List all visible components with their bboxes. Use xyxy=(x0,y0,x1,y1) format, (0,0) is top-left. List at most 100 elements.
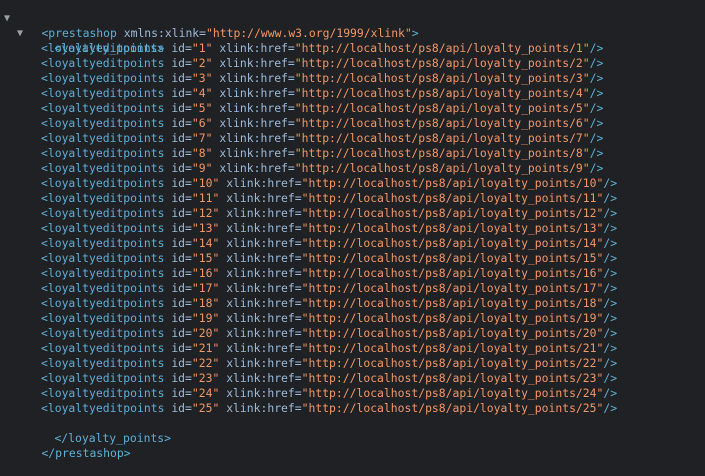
item-href-value[interactable]: http://localhost/ps8/api/loyalty_points/… xyxy=(302,56,583,70)
item-id-eq: = xyxy=(185,341,192,355)
item-self-close: /> xyxy=(603,356,618,370)
item-href-value[interactable]: http://localhost/ps8/api/loyalty_points/… xyxy=(302,116,583,130)
item-href-attr-name: xlink:href xyxy=(226,191,295,205)
item-id-value: 2 xyxy=(198,56,206,70)
item-href-value[interactable]: http://localhost/ps8/api/loyalty_points/… xyxy=(308,236,596,250)
item-href-value[interactable]: http://localhost/ps8/api/loyalty_points/… xyxy=(308,371,596,385)
item-href-value[interactable]: http://localhost/ps8/api/loyalty_points/… xyxy=(308,281,596,295)
item-open-bracket: < xyxy=(41,386,48,400)
item-tag-name: loyaltyeditpoints xyxy=(47,161,165,175)
item-self-close: /> xyxy=(589,161,604,175)
item-tag-name: loyaltyeditpoints xyxy=(47,116,165,130)
item-id-close-quote: " xyxy=(205,41,213,55)
list-item: <loyaltyeditpoints id="23" xlink:href="h… xyxy=(0,371,705,386)
item-href-value[interactable]: http://localhost/ps8/api/loyalty_points/… xyxy=(302,131,583,145)
collapse-container-toggle-icon[interactable]: ▼ xyxy=(17,26,23,41)
item-self-close: /> xyxy=(603,236,618,250)
item-tag-name: loyaltyeditpoints xyxy=(47,176,165,190)
item-href-eq: = xyxy=(294,206,302,220)
item-self-close: /> xyxy=(589,116,604,130)
item-id-value: 15 xyxy=(198,251,213,265)
item-href-value[interactable]: http://localhost/ps8/api/loyalty_points/… xyxy=(308,326,596,340)
item-href-attr-name: xlink:href xyxy=(219,41,288,55)
item-id-close-quote: " xyxy=(205,116,213,130)
item-href-attr-name: xlink:href xyxy=(226,356,295,370)
item-href-close-quote: " xyxy=(582,101,590,115)
item-href-open-quote: " xyxy=(294,71,302,85)
item-href-eq: = xyxy=(294,311,302,325)
item-href-open-quote: " xyxy=(294,101,302,115)
item-id-close-quote: " xyxy=(212,356,220,370)
item-open-bracket: < xyxy=(41,296,48,310)
item-id-close-quote: " xyxy=(212,251,220,265)
item-href-open-quote: " xyxy=(294,41,302,55)
collapse-root-toggle-icon[interactable]: ▼ xyxy=(4,11,10,26)
item-href-value[interactable]: http://localhost/ps8/api/loyalty_points/… xyxy=(308,191,596,205)
list-item: <loyaltyeditpoints id="25" xlink:href="h… xyxy=(0,401,705,416)
item-self-close: /> xyxy=(589,56,604,70)
item-open-bracket: < xyxy=(41,101,48,115)
item-href-value[interactable]: http://localhost/ps8/api/loyalty_points/… xyxy=(308,386,596,400)
item-href-attr-name: xlink:href xyxy=(226,266,295,280)
list-item: <loyaltyeditpoints id="24" xlink:href="h… xyxy=(0,386,705,401)
item-href-value[interactable]: http://localhost/ps8/api/loyalty_points/… xyxy=(308,176,596,190)
item-id-open-quote: " xyxy=(191,101,199,115)
item-href-value[interactable]: http://localhost/ps8/api/loyalty_points/… xyxy=(308,311,596,325)
item-href-eq: = xyxy=(287,71,295,85)
item-href-close-quote: " xyxy=(582,146,590,160)
item-id-eq: = xyxy=(185,371,192,385)
item-href-value[interactable]: http://localhost/ps8/api/loyalty_points/… xyxy=(302,41,583,55)
item-open-bracket: < xyxy=(41,221,48,235)
item-href-eq: = xyxy=(294,326,302,340)
item-href-value[interactable]: http://localhost/ps8/api/loyalty_points/… xyxy=(302,71,583,85)
item-id-attr-name: id xyxy=(171,341,186,355)
item-href-value[interactable]: http://localhost/ps8/api/loyalty_points/… xyxy=(308,251,596,265)
item-tag-name: loyaltyeditpoints xyxy=(47,206,165,220)
item-href-eq: = xyxy=(294,176,302,190)
item-href-close-quote: " xyxy=(582,56,590,70)
item-id-attr-name: id xyxy=(171,86,186,100)
item-id-value: 10 xyxy=(198,176,213,190)
item-id-attr-name: id xyxy=(171,161,186,175)
item-href-eq: = xyxy=(287,116,295,130)
item-href-value[interactable]: http://localhost/ps8/api/loyalty_points/… xyxy=(308,341,596,355)
item-href-value[interactable]: http://localhost/ps8/api/loyalty_points/… xyxy=(308,206,596,220)
item-tag-name: loyaltyeditpoints xyxy=(47,86,165,100)
item-id-open-quote: " xyxy=(191,176,199,190)
item-self-close: /> xyxy=(603,296,618,310)
item-href-value[interactable]: http://localhost/ps8/api/loyalty_points/… xyxy=(302,101,583,115)
item-href-value[interactable]: http://localhost/ps8/api/loyalty_points/… xyxy=(308,221,596,235)
item-id-attr-name: id xyxy=(171,221,186,235)
item-id-attr-name: id xyxy=(171,146,186,160)
item-id-eq: = xyxy=(185,401,192,415)
item-href-eq: = xyxy=(294,341,302,355)
item-href-value[interactable]: http://localhost/ps8/api/loyalty_points/… xyxy=(302,161,583,175)
item-id-open-quote: " xyxy=(191,386,199,400)
item-href-attr-name: xlink:href xyxy=(219,161,288,175)
item-id-attr-name: id xyxy=(171,206,186,220)
item-id-eq: = xyxy=(185,326,192,340)
item-open-bracket: < xyxy=(41,326,48,340)
item-href-attr-name: xlink:href xyxy=(219,101,288,115)
item-id-value: 7 xyxy=(198,131,206,145)
item-href-value[interactable]: http://localhost/ps8/api/loyalty_points/… xyxy=(308,356,596,370)
item-id-value: 20 xyxy=(198,326,213,340)
item-href-value[interactable]: http://localhost/ps8/api/loyalty_points/… xyxy=(308,296,596,310)
item-id-close-quote: " xyxy=(205,131,213,145)
item-href-open-quote: " xyxy=(294,116,302,130)
item-href-value[interactable]: http://localhost/ps8/api/loyalty_points/… xyxy=(302,86,583,100)
item-href-eq: = xyxy=(294,281,302,295)
item-self-close: /> xyxy=(603,341,618,355)
item-tag-name: loyaltyeditpoints xyxy=(47,191,165,205)
item-open-bracket: < xyxy=(41,116,48,130)
item-open-bracket: < xyxy=(41,161,48,175)
item-open-bracket: < xyxy=(41,146,48,160)
item-href-value[interactable]: http://localhost/ps8/api/loyalty_points/… xyxy=(308,401,596,415)
item-href-value[interactable]: http://localhost/ps8/api/loyalty_points/… xyxy=(302,146,583,160)
item-open-bracket: < xyxy=(41,191,48,205)
item-href-value[interactable]: http://localhost/ps8/api/loyalty_points/… xyxy=(308,266,596,280)
item-href-eq: = xyxy=(294,191,302,205)
item-href-attr-name: xlink:href xyxy=(226,221,295,235)
item-self-close: /> xyxy=(603,401,618,415)
item-id-close-quote: " xyxy=(205,101,213,115)
